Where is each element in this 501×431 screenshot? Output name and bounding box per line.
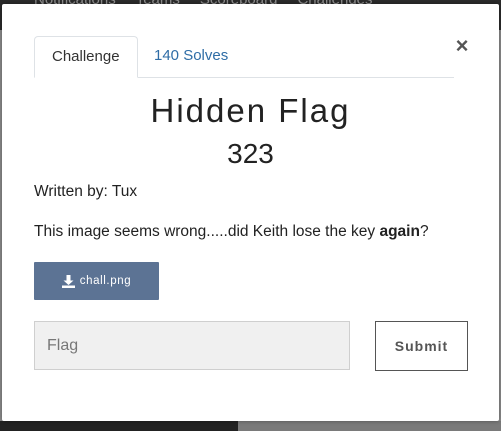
tab-solves[interactable]: 140 Solves (137, 36, 245, 76)
description-text: This image seems wrong.....did Keith los… (34, 223, 380, 240)
challenge-points: 323 (227, 138, 274, 169)
background-footer-left (0, 421, 238, 431)
modal-tabs: Challenge 140 Solves (34, 36, 454, 78)
challenge-title: Hidden Flag (150, 92, 351, 129)
tab-challenge[interactable]: Challenge (34, 36, 138, 78)
close-button[interactable]: × (452, 35, 472, 57)
flag-input[interactable] (34, 321, 350, 370)
download-icon (61, 274, 75, 288)
challenge-modal: × Challenge 140 Solves Hidden Flag 323 W… (2, 4, 499, 421)
description-end: ? (419, 223, 429, 240)
file-name: chall.png (79, 275, 132, 287)
file-download-button[interactable]: chall.png (34, 262, 159, 300)
challenge-description: This image seems wrong.....did Keith los… (34, 223, 429, 241)
background-footer-right (238, 421, 501, 431)
challenge-author: Written by: Tux (34, 183, 138, 200)
submit-button[interactable]: Submit (375, 321, 468, 371)
description-emphasis: again (379, 223, 420, 240)
